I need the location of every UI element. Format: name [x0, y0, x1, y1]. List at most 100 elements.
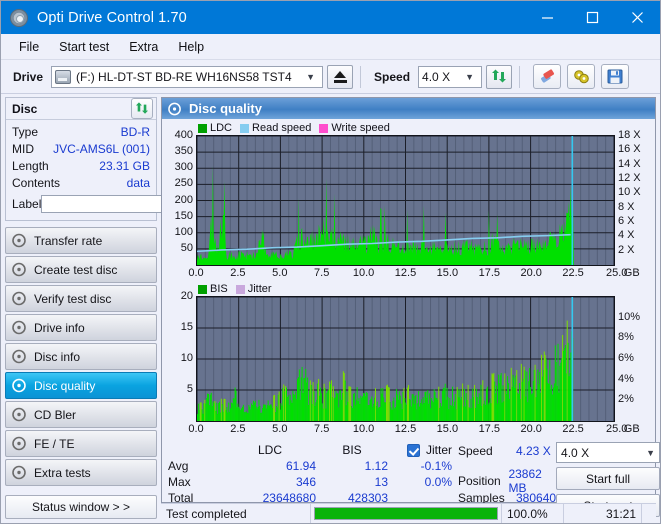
readout-speed: Speed 4.23 X [458, 442, 556, 459]
sidebar-item-cd-bler[interactable]: CD Bler [5, 401, 157, 428]
disc-icon [12, 407, 26, 422]
x-tick-label: 0.0 [188, 423, 204, 435]
menu-item-extra[interactable]: Extra [119, 36, 168, 58]
progress-bar [311, 504, 502, 523]
y2-tick-label: 8% [618, 331, 634, 344]
sidebar-item-label: Extra tests [34, 465, 91, 480]
sidebar-item-create-test-disc[interactable]: Create test disc [5, 256, 157, 283]
y-tick-label: 100 [174, 225, 193, 238]
chevron-down-icon: ▼ [306, 71, 316, 82]
legend-label-jitter: Jitter [247, 283, 272, 295]
refresh-button[interactable] [486, 64, 513, 89]
sidebar-item-label: Drive info [34, 320, 85, 335]
stats-row-avg: Avg 61.94 1.12 -0.1% [168, 458, 458, 474]
minimize-icon[interactable] [525, 1, 570, 34]
disc-panel: Disc Type BD-R MID JVC-AMS6L (001) Lengt… [5, 97, 240, 221]
maximize-icon[interactable] [570, 1, 615, 34]
sidebar-item-disc-info[interactable]: Disc info [5, 343, 157, 370]
stats-col-ldc: LDC [257, 443, 282, 457]
sidebar-item-verify-test-disc[interactable]: Verify test disc [5, 285, 157, 312]
x-tick-label: 22.5 [562, 423, 584, 435]
y-tick-label: 50 [180, 241, 193, 254]
chart-bottom-x-axis: 0.0 2.5 5.0 7.5 10.0 12.5 15.0 17.5 20.0 22.5 25.0… [188, 422, 639, 438]
disc-refresh-button[interactable] [131, 98, 153, 119]
sidebar-item-drive-info[interactable]: Drive info [5, 314, 157, 341]
speed-select[interactable]: 4.0 X ▼ [418, 65, 483, 88]
y2-tick-label: 6 X [618, 215, 635, 227]
legend-swatch-jitter [235, 284, 245, 294]
jitter-label: Jitter [425, 443, 452, 457]
menu-item-file[interactable]: File [9, 36, 49, 58]
y-tick-label: 10 [180, 352, 193, 364]
disc-label-key: Label [12, 196, 42, 211]
readout-position: Position 23862 MB [458, 467, 556, 495]
disc-row-length-value: 23.31 GB [99, 158, 150, 173]
chart-top-x-axis: 0.0 2.5 5.0 7.5 10.0 12.5 15.0 17.5 20.0 22.5 25.0… [188, 266, 639, 282]
close-icon[interactable] [615, 1, 660, 34]
start-full-button[interactable]: Start full [556, 467, 661, 490]
disc-panel-title: Disc [12, 101, 38, 116]
disc-quality-icon [168, 102, 181, 115]
menu-bar: File Start test Extra Help [1, 34, 660, 60]
status-window-button[interactable]: Status window > > [5, 495, 157, 519]
y2-tick-label: 4 X [618, 229, 635, 242]
x-tick-label: 7.5 [314, 267, 330, 279]
x-tick-label: 10.0 [352, 423, 375, 435]
title-bar: Opti Drive Control 1.70 [1, 1, 660, 34]
app-window: Opti Drive Control 1.70 File Start test … [0, 0, 661, 524]
jitter-header: Jitter [388, 443, 458, 457]
legend-swatch-write-speed [319, 123, 329, 133]
speed-label: Speed [374, 69, 411, 84]
sidebar-item-extra-tests[interactable]: Extra tests [5, 459, 157, 486]
x-tick-label: 17.5 [478, 267, 501, 279]
menu-item-start-test[interactable]: Start test [49, 36, 119, 58]
disc-row-mid-value: JVC-AMS6L (001) [53, 141, 150, 156]
menu-item-help[interactable]: Help [168, 36, 214, 58]
y2-tick-label: 2% [618, 393, 634, 406]
progress-percent: 100.0% [502, 504, 564, 523]
status-bar: Test completed 100.0% 31:21 [161, 503, 656, 523]
y2-tick-label: 8 X [618, 200, 635, 213]
y2-tick-label: 2 X [618, 243, 635, 256]
chevron-down-icon: ▼ [465, 71, 475, 82]
x-tick-label: 20.0 [520, 267, 542, 279]
drive-select[interactable]: (F:) HL-DT-ST BD-RE WH16NS58 TST4 ▼ [51, 65, 324, 88]
disc-row-length-label: Length [12, 158, 49, 173]
sidebar-item-label: Transfer rate [34, 233, 103, 248]
y-tick-label: 15 [180, 321, 193, 333]
y2-tick-label: 6% [618, 352, 634, 364]
y-tick-label: 250 [174, 177, 193, 190]
window-title: Opti Drive Control 1.70 [37, 9, 187, 26]
content-area: Disc Type BD-R MID JVC-AMS6L (001) Lengt… [1, 94, 661, 523]
sidebar-item-label: CD Bler [34, 407, 77, 422]
sidebar-item-disc-quality[interactable]: Disc quality [5, 372, 157, 399]
eject-icon [333, 70, 346, 78]
save-button[interactable] [601, 64, 630, 89]
disc-row-contents-value: data [126, 175, 150, 190]
readout-speed-value: 4.23 X [516, 443, 551, 458]
sidebar-item-fe-te[interactable]: FE / TE [5, 430, 157, 457]
legend-item-jitter: Jitter [235, 283, 272, 295]
y2-tick-label: 16 X [618, 143, 641, 156]
x-tick-label: 5.0 [272, 267, 288, 279]
jitter-checkbox[interactable] [406, 443, 420, 457]
sidebar-item-label: Disc quality [34, 378, 96, 393]
disc-icon [12, 320, 26, 335]
y2-tick-label: 18 X [618, 129, 641, 141]
charts-container: LDC Read speed Write speed 400 350 300 250 2… [162, 119, 655, 438]
disc-row-contents-label: Contents [12, 175, 61, 190]
test-speed-select-value: 4.0 X [561, 445, 590, 460]
disc-row-mid-label: MID [12, 141, 34, 156]
disc-icon [12, 436, 26, 451]
disc-properties: Type BD-R MID JVC-AMS6L (001) Length 23.… [6, 120, 240, 220]
erase-button[interactable] [533, 64, 562, 89]
disc-icon [12, 378, 26, 393]
stats-row-avg-bis: 1.12 [364, 459, 388, 473]
eject-button[interactable] [327, 64, 354, 89]
chart-top-row: 400 350 300 250 200 150 100 50 18 X 16 X 14 X 12 X… [166, 129, 651, 266]
x-tick-label: 22.5 [562, 267, 584, 279]
test-speed-select[interactable]: 4.0 X ▼ [556, 442, 661, 463]
disc-panel-header: Disc [6, 98, 156, 120]
sidebar-item-transfer-rate[interactable]: Transfer rate [5, 227, 157, 254]
settings-button[interactable] [567, 64, 596, 89]
